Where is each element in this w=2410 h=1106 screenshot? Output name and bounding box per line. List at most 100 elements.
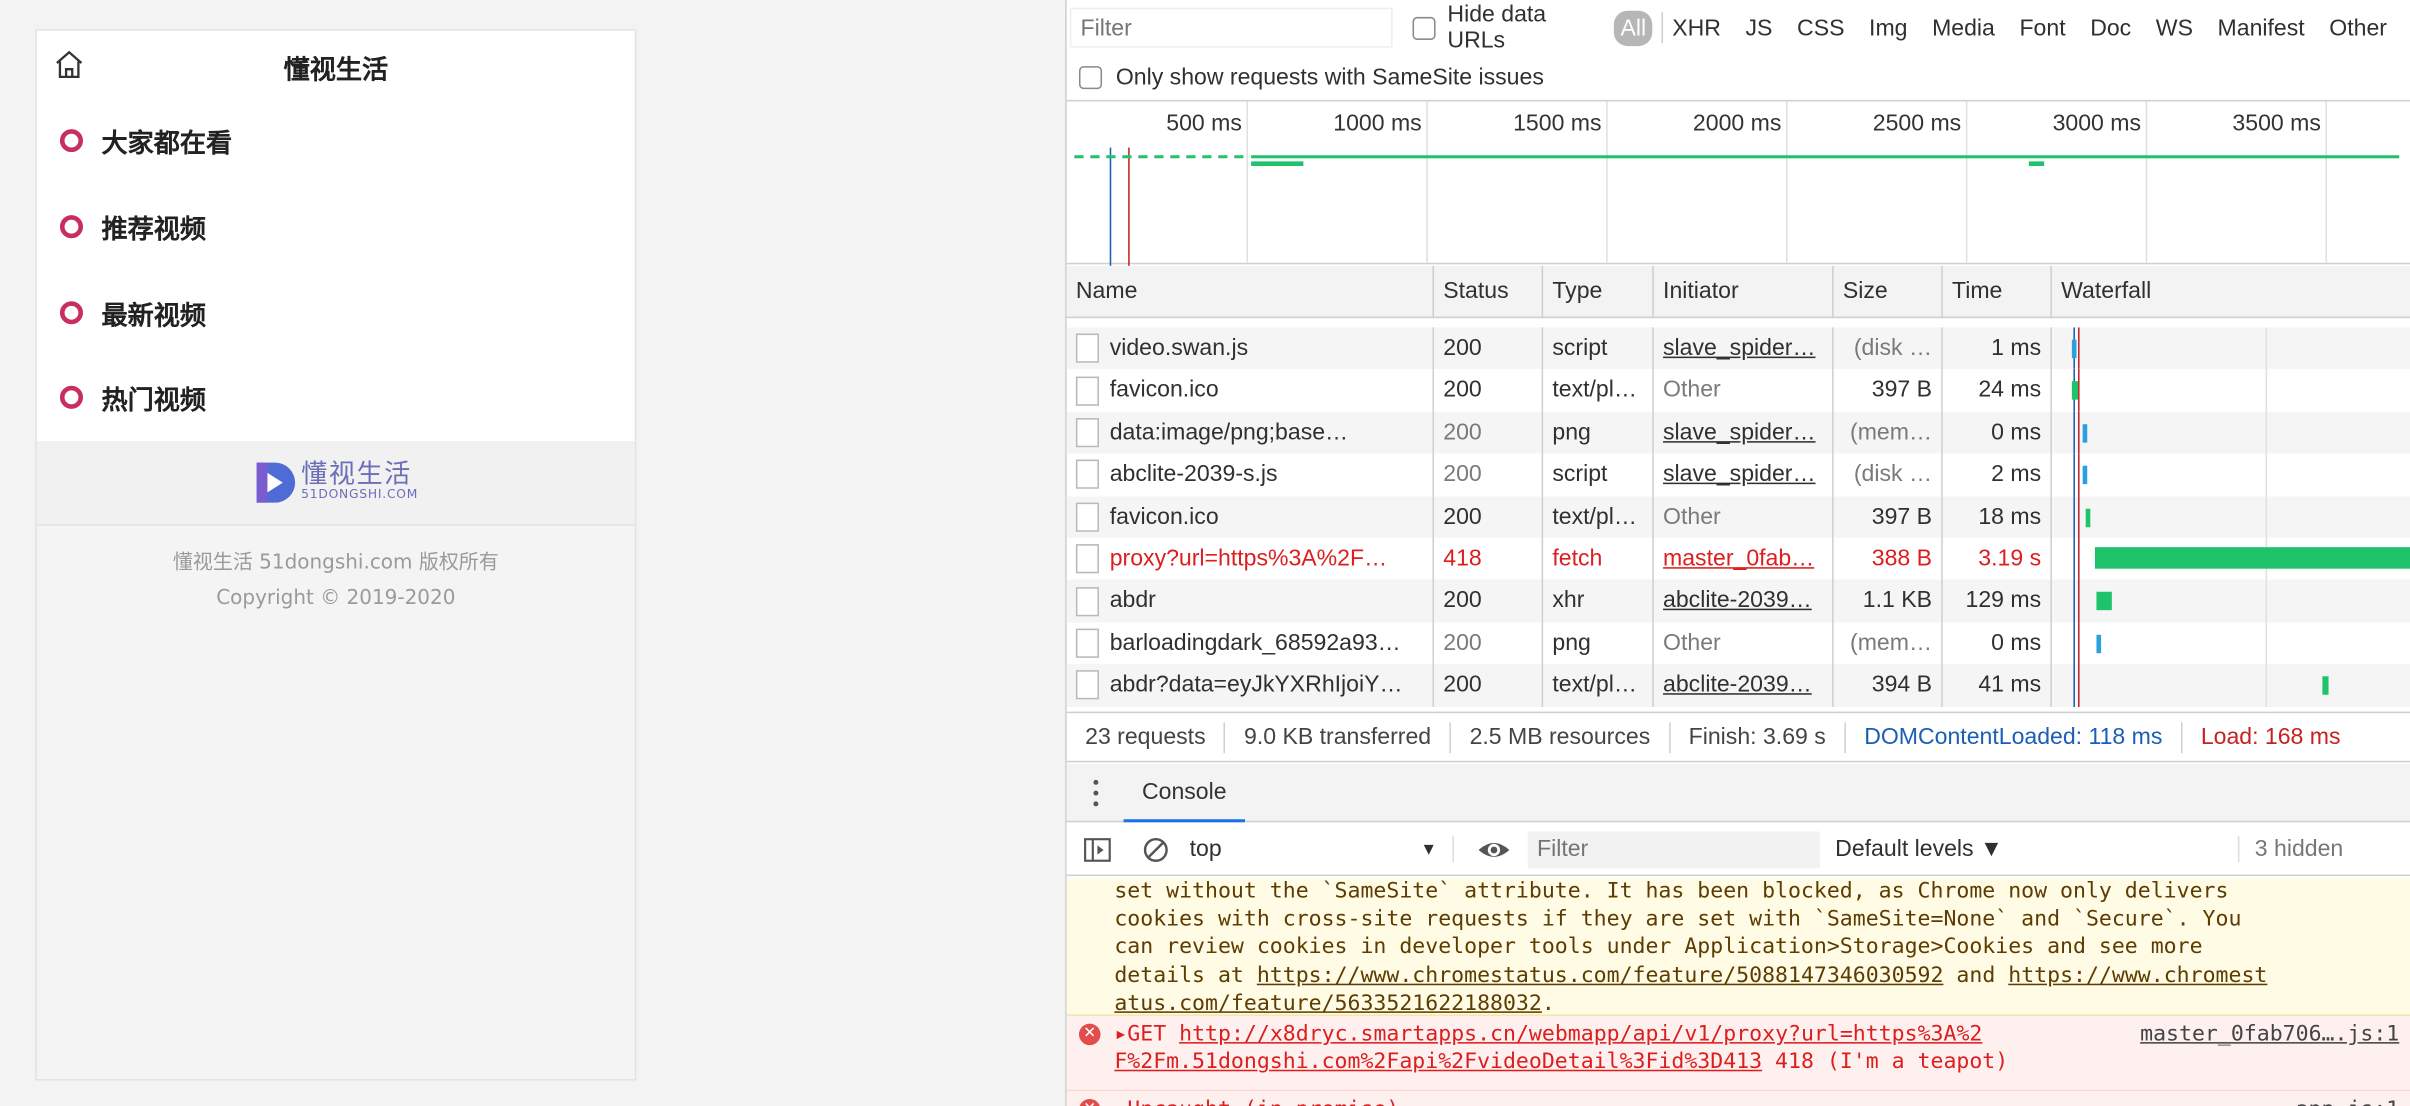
col-waterfall[interactable]: Waterfall <box>2052 266 2410 318</box>
type-filter-manifest[interactable]: Manifest <box>2218 15 2305 41</box>
clear-console-icon[interactable] <box>1140 834 1171 865</box>
context-selector[interactable]: top ▼ <box>1189 836 1455 863</box>
row-name[interactable]: favicon.ico <box>1067 369 1435 412</box>
type-filter-doc[interactable]: Doc <box>2090 15 2131 41</box>
timeline-bar <box>2028 161 2045 166</box>
expand-arrow-icon[interactable]: ▸ <box>1114 1097 1127 1106</box>
type-filter-js[interactable]: JS <box>1746 15 1773 41</box>
more-options-icon[interactable] <box>1093 779 1099 807</box>
col-type[interactable]: Type <box>1543 265 1654 319</box>
timeline-tick: 500 ms <box>1166 110 1242 137</box>
hide-data-urls-checkbox[interactable] <box>1412 16 1436 40</box>
row-status: 200 <box>1434 622 1544 665</box>
table-row[interactable]: favicon.ico 200 text/pl… Other 397 B 24 ms <box>1067 369 2410 412</box>
console-error[interactable]: ✕ ▸GET http://x8dryc.smartapps.cn/webmapp… <box>1066 1015 2410 1092</box>
row-status: 200 <box>1434 411 1544 454</box>
row-name[interactable]: video.swan.js <box>1067 327 1435 370</box>
menu-item[interactable]: 推荐视频 <box>37 184 635 270</box>
col-size[interactable]: Size <box>1834 265 1943 319</box>
type-filter-all[interactable]: All <box>1614 9 1653 46</box>
type-filter-img[interactable]: Img <box>1869 15 1907 41</box>
row-init: Other <box>1654 369 1834 412</box>
app-header: 懂视生活 <box>36 30 635 99</box>
footer: 懂视生活 51dongshi.com 版权所有 Copyright © 2019… <box>37 525 635 616</box>
row-time: 0 ms <box>1943 622 2052 665</box>
table-row[interactable]: abdr?data=eyJkYXRhIjoiY… 200 text/pl… abcli… <box>1066 664 2410 707</box>
row-name[interactable]: abdr <box>1067 579 1435 623</box>
samesite-checkbox[interactable] <box>1078 65 1103 89</box>
row-name[interactable]: data:image/png;base… <box>1067 411 1435 454</box>
type-filter-media[interactable]: Media <box>1932 15 1995 41</box>
type-filter-font[interactable]: Font <box>2019 15 2065 41</box>
network-filter-bar: Hide data URLs All XHR JS CSS Img Media … <box>1067 0 2410 55</box>
load-marker <box>1128 147 1130 266</box>
row-name[interactable]: barloadingdark_68592a93… <box>1067 622 1435 665</box>
console-filter-input[interactable] <box>1527 830 1820 868</box>
type-filter-ws[interactable]: WS <box>2156 15 2193 41</box>
error-url[interactable]: http://x8dryc.smartapps.cn/webmapp/api/v… <box>1179 1022 1982 1047</box>
console-error[interactable]: ✕ ▸Uncaught (in promise) app.js:1 <box>1066 1091 2410 1106</box>
row-type: fetch <box>1543 537 1654 580</box>
divider <box>1661 12 1664 44</box>
menu-item[interactable]: 热门视频 <box>37 355 635 441</box>
row-init[interactable]: abclite-2039… <box>1654 579 1834 623</box>
row-init[interactable]: slave_spider… <box>1654 411 1834 454</box>
timeline-tick: 2500 ms <box>1872 110 1962 137</box>
error-source-link[interactable]: master_0fab706….js:1 <box>2140 1021 2399 1049</box>
menu-list: 大家都在看 推荐视频 最新视频 热门视频 <box>36 98 635 441</box>
row-init[interactable]: master_0fab… <box>1654 537 1834 580</box>
menu-item[interactable]: 最新视频 <box>37 270 635 356</box>
waterfall-bar <box>2094 547 2410 569</box>
table-row-partial <box>1067 318 2410 327</box>
summary-resources: 2.5 MB resources <box>1451 721 1671 753</box>
timeline-tick: 3000 ms <box>2052 110 2142 137</box>
table-row[interactable]: proxy?url=https%3A%2F… 418 fetch master_0fa… <box>1067 537 2410 580</box>
col-initiator[interactable]: Initiator <box>1654 265 1834 319</box>
col-name[interactable]: Name <box>1067 265 1435 319</box>
sidebar-toggle-icon[interactable] <box>1082 834 1113 865</box>
row-time: 18 ms <box>1943 495 2052 538</box>
live-expression-eye-icon[interactable] <box>1476 834 1513 865</box>
col-time[interactable]: Time <box>1943 265 2052 319</box>
network-filter-input[interactable] <box>1069 7 1393 48</box>
row-name[interactable]: abdr?data=eyJkYXRhIjoiY… <box>1067 664 1435 707</box>
log-levels-dropdown[interactable]: Default levels ▼ <box>1835 836 2066 862</box>
row-init[interactable]: abclite-2039… <box>1654 664 1834 707</box>
file-icon <box>1075 544 1099 574</box>
table-row[interactable]: video.swan.js 200 script slave_spider… (disk… <box>1066 327 2410 370</box>
warning-link[interactable]: https://www.chromest <box>2008 963 2267 988</box>
row-name[interactable]: proxy?url=https%3A%2F… <box>1067 537 1435 580</box>
row-name[interactable]: favicon.ico <box>1067 495 1435 538</box>
samesite-option[interactable]: Only show requests with SameSite issues <box>1078 60 1544 94</box>
table-row[interactable]: favicon.ico 200 text/pl… Other 397 B 18 ms <box>1066 495 2410 538</box>
error-source-link[interactable]: app.js:1 <box>2296 1096 2400 1106</box>
row-name[interactable]: abclite-2039-s.js <box>1067 453 1435 496</box>
table-row[interactable]: data:image/png;base… 200 png slave_spider…(… <box>1066 411 2410 454</box>
col-status[interactable]: Status <box>1434 265 1544 319</box>
row-type: text/pl… <box>1543 495 1654 538</box>
timeline-tick: 3500 ms <box>2232 110 2321 137</box>
network-overview-timeline[interactable]: 500 ms 1000 ms 1500 ms 2000 ms 2500 ms 3… <box>1066 99 2410 266</box>
type-filter-xhr[interactable]: XHR <box>1672 15 1721 41</box>
tab-console[interactable]: Console <box>1123 764 1246 823</box>
type-filter-css[interactable]: CSS <box>1797 15 1844 41</box>
menu-item[interactable]: 大家都在看 <box>37 98 635 184</box>
expand-arrow-icon[interactable]: ▸ <box>1114 1022 1127 1047</box>
context-value: top <box>1189 836 1222 863</box>
type-filter-other[interactable]: Other <box>2329 15 2387 41</box>
row-init[interactable]: slave_spider… <box>1654 453 1834 496</box>
circle-icon <box>59 129 83 153</box>
row-time: 24 ms <box>1943 369 2052 412</box>
table-row[interactable]: barloadingdark_68592a93… 200 png Other (mem…… <box>1067 622 2410 665</box>
hide-data-urls-option[interactable]: Hide data URLs <box>1412 2 1606 54</box>
row-waterfall <box>2052 622 2410 665</box>
table-row[interactable]: abdr 200 xhr abclite-2039… 1.1 KB 129 ms <box>1066 579 2410 623</box>
row-size: 1.1 KB <box>1834 579 1943 623</box>
warning-link[interactable]: atus.com/feature/5633521622188032 <box>1114 991 1542 1014</box>
row-name-text: favicon.ico <box>1109 503 1219 530</box>
summary-finish: Finish: 3.69 s <box>1670 721 1846 753</box>
table-row[interactable]: abclite-2039-s.js 200 script slave_spider…(… <box>1067 453 2410 496</box>
row-init[interactable]: slave_spider… <box>1654 327 1834 370</box>
error-url-continued[interactable]: F%2Fm.51dongshi.com%2Fapi%2FvideoDetail%… <box>1114 1050 1762 1075</box>
warning-link[interactable]: https://www.chromestatus.com/feature/508… <box>1257 963 1944 988</box>
